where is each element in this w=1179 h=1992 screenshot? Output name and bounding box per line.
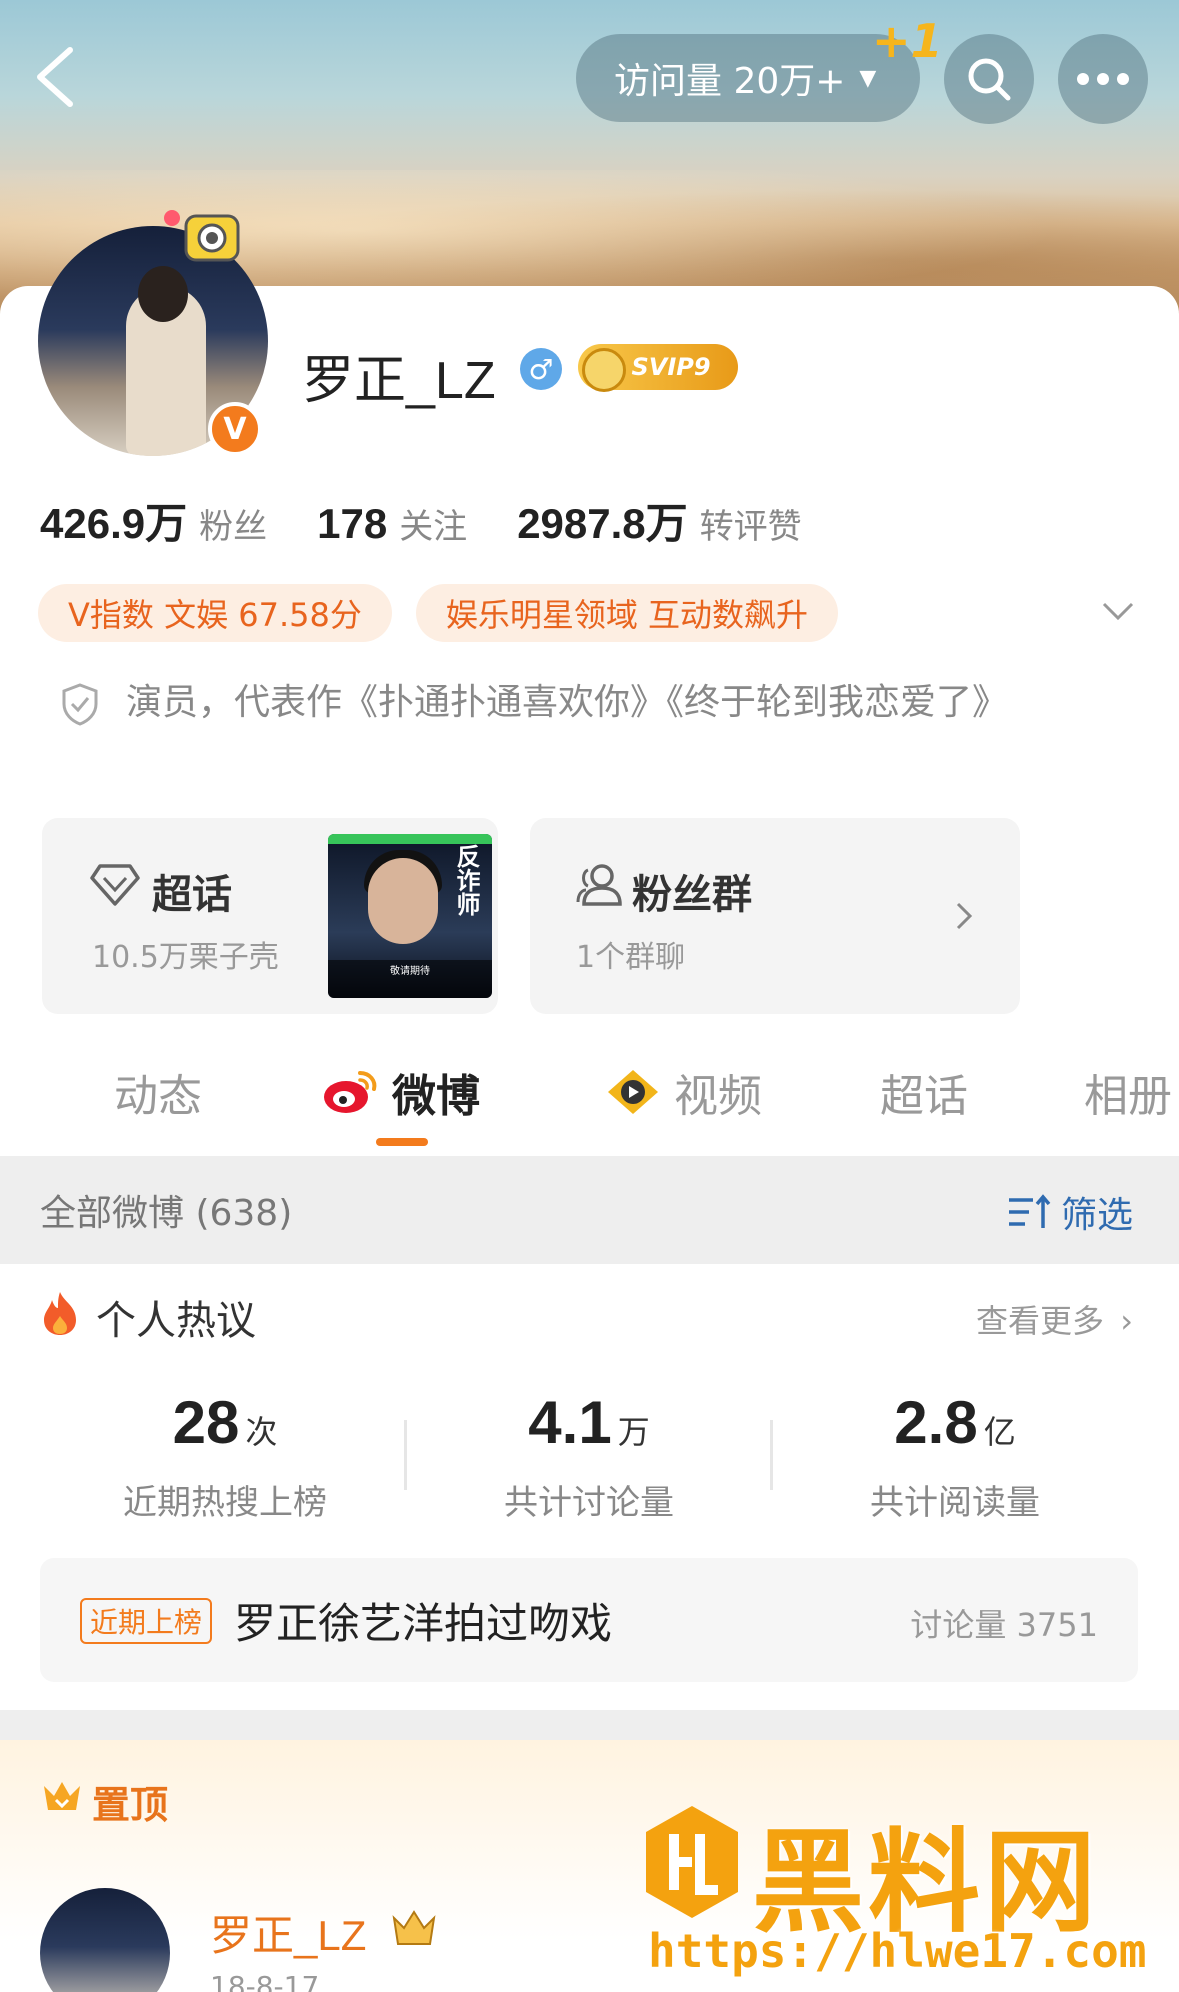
super-topic-sub: 10.5万栗子壳 bbox=[92, 940, 279, 975]
post-avatar[interactable] bbox=[40, 1888, 170, 1992]
poster-band: 敬请期待 bbox=[328, 960, 492, 998]
caret-down-icon: ▼ bbox=[859, 65, 877, 91]
pinned-label: 置顶 bbox=[92, 1783, 169, 1827]
hot-search-item[interactable]: 近期上榜 罗正徐艺洋拍过吻戏 讨论量 3751 bbox=[40, 1558, 1138, 1682]
section-gap bbox=[0, 1710, 1179, 1740]
tab-weibo[interactable]: 微博 bbox=[322, 1060, 480, 1124]
weibo-logo-icon bbox=[324, 1071, 377, 1113]
visit-count-button[interactable]: 访问量 20万+ ▼ bbox=[576, 34, 920, 122]
tab-video-label: 视频 bbox=[674, 1071, 762, 1122]
active-tab-indicator bbox=[376, 1138, 428, 1146]
metric-divider bbox=[404, 1420, 407, 1490]
hot-title: 个人热议 bbox=[96, 1298, 256, 1344]
svip-badge[interactable]: SVIP9 bbox=[578, 344, 738, 392]
hot-discussion-section: 个人热议 查看更多 › 28 次 近期热搜上榜 4.1 万 共计讨论量 2.8 亿 共… bbox=[0, 1264, 1179, 1710]
metric-label: 共计阅读量 bbox=[870, 1483, 1040, 1523]
view-more-link[interactable]: 查看更多 › bbox=[976, 1296, 1133, 1342]
fan-group-card[interactable]: 粉丝群 1个群聊 bbox=[530, 818, 1020, 1014]
tab-album[interactable]: 相册 bbox=[1084, 1060, 1172, 1124]
filter-button[interactable]: 筛选 bbox=[1007, 1186, 1133, 1238]
profile-tabs: 动态 微博 视频 超话 相册 bbox=[0, 1046, 1179, 1156]
watermark-logo-icon bbox=[646, 1806, 738, 1918]
camera-decoration-icon bbox=[164, 210, 240, 262]
metric-unit: 亿 bbox=[983, 1413, 1016, 1451]
drama-poster: 反诈师 敬请期待 bbox=[328, 834, 492, 998]
diamond-icon bbox=[90, 864, 140, 906]
profile-tags: V指数 文娱 67.58分 娱乐明星领域 互动数飙升 bbox=[38, 584, 862, 642]
all-weibo-count[interactable]: 全部微博 (638) bbox=[40, 1184, 292, 1236]
chevron-right-icon: › bbox=[1120, 1302, 1133, 1340]
chevron-left-icon bbox=[37, 47, 73, 107]
metric-label: 近期热搜上榜 bbox=[123, 1483, 327, 1523]
verified-v-badge: V bbox=[208, 402, 262, 456]
fan-group-title: 粉丝群 bbox=[632, 872, 752, 918]
followers-label: 粉丝 bbox=[199, 507, 268, 547]
more-dots-icon bbox=[1077, 73, 1129, 85]
shield-icon bbox=[62, 683, 98, 726]
fan-group-sub: 1个群聊 bbox=[576, 940, 686, 975]
tab-weibo-label: 微博 bbox=[392, 1071, 480, 1122]
metric-value: 28 bbox=[172, 1389, 240, 1456]
plus-one-badge: +1 bbox=[872, 14, 943, 68]
super-topic-title: 超话 bbox=[152, 872, 232, 918]
view-more-label: 查看更多 bbox=[976, 1302, 1105, 1340]
poster-title: 反诈师 bbox=[452, 844, 480, 916]
recent-ranked-badge: 近期上榜 bbox=[80, 1598, 213, 1644]
metric-label: 共计讨论量 bbox=[504, 1483, 674, 1523]
metric-hot-search: 28 次 近期热搜上榜 bbox=[60, 1388, 390, 1524]
more-button[interactable] bbox=[1058, 34, 1148, 124]
tab-video[interactable]: 视频 bbox=[604, 1060, 762, 1124]
super-topic-card[interactable]: 超话 10.5万栗子壳 反诈师 敬请期待 bbox=[42, 818, 498, 1014]
bio-text: 演员，代表作《扑通扑通喜欢你》《终于轮到我恋爱了》 bbox=[126, 682, 1009, 723]
post-date: 18-8-17 bbox=[210, 1970, 320, 1992]
chevron-right-icon bbox=[956, 902, 973, 930]
fire-icon bbox=[44, 1292, 76, 1335]
vip-crown-icon bbox=[392, 1910, 436, 1945]
search-button[interactable] bbox=[944, 34, 1034, 124]
metric-unit: 万 bbox=[617, 1413, 650, 1451]
filter-icon bbox=[1008, 1194, 1051, 1228]
search-icon bbox=[968, 58, 1011, 101]
domain-tag[interactable]: 娱乐明星领域 互动数飙升 bbox=[415, 584, 839, 642]
watermark-url: https://hlwe17.com bbox=[648, 1924, 1147, 1978]
back-button[interactable] bbox=[30, 44, 80, 110]
filter-label: 筛选 bbox=[1060, 1195, 1133, 1236]
engagement-count[interactable]: 2987.8万 bbox=[517, 490, 687, 551]
profile-bio: 演员，代表作《扑通扑通喜欢你》《终于轮到我恋爱了》 bbox=[60, 668, 1060, 738]
profile-stats: 426.9万 粉丝 178 关注 2987.8万 转评赞 bbox=[40, 490, 852, 551]
watermark: 黑料网 https://hlwe17.com bbox=[640, 1792, 1160, 1982]
group-icon bbox=[576, 864, 622, 906]
tab-super-topic[interactable]: 超话 bbox=[880, 1060, 968, 1124]
v-index-tag[interactable]: V指数 文娱 67.58分 bbox=[38, 584, 392, 642]
metric-discussions: 4.1 万 共计讨论量 bbox=[424, 1388, 754, 1524]
metric-divider bbox=[770, 1420, 773, 1490]
profile-name: 罗正_LZ bbox=[302, 352, 496, 410]
tab-dynamic[interactable]: 动态 bbox=[114, 1060, 202, 1124]
following-count[interactable]: 178 bbox=[317, 500, 387, 548]
metric-unit: 次 bbox=[245, 1413, 278, 1451]
video-play-icon bbox=[608, 1070, 658, 1114]
expand-chevron-icon[interactable] bbox=[1098, 596, 1138, 626]
followers-count[interactable]: 426.9万 bbox=[40, 490, 187, 551]
metric-value: 4.1 bbox=[528, 1389, 612, 1456]
following-label: 关注 bbox=[399, 507, 468, 547]
male-icon: ♂ bbox=[520, 348, 562, 390]
engagement-label: 转评赞 bbox=[699, 507, 802, 547]
metric-reads: 2.8 亿 共计阅读量 bbox=[790, 1388, 1120, 1524]
feed-header: 全部微博 (638) 筛选 bbox=[0, 1156, 1179, 1264]
crown-icon bbox=[44, 1782, 80, 1810]
visit-count-label: 访问量 20万+ bbox=[614, 61, 846, 102]
discussion-count: 讨论量 3751 bbox=[910, 1606, 1098, 1644]
post-author-name[interactable]: 罗正_LZ bbox=[210, 1902, 366, 1963]
hot-search-text: 罗正徐艺洋拍过吻戏 bbox=[234, 1599, 613, 1648]
metric-value: 2.8 bbox=[894, 1389, 978, 1456]
